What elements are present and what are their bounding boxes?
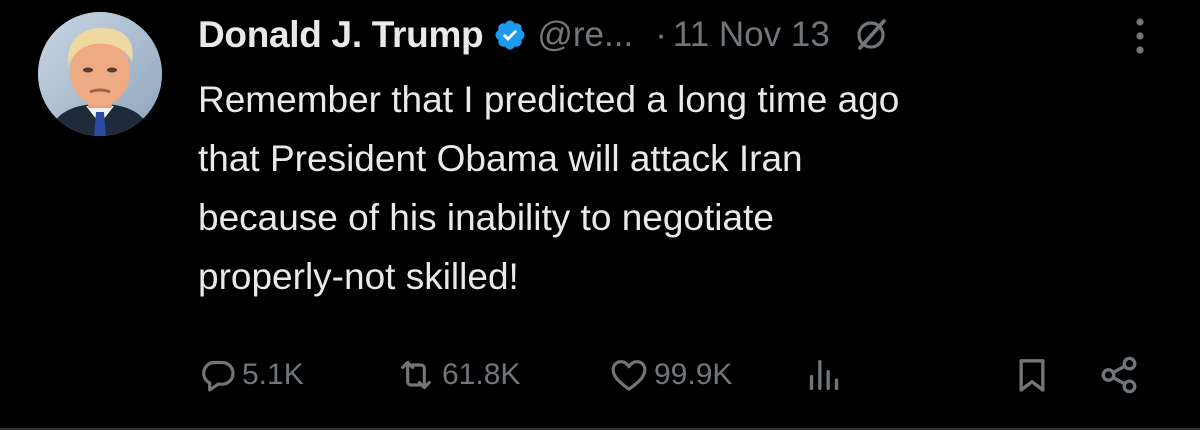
views-button[interactable]: [804, 350, 844, 400]
share-button[interactable]: [1098, 350, 1140, 400]
reply-button[interactable]: 5.1K: [198, 350, 304, 400]
more-icon[interactable]: [1120, 14, 1160, 58]
display-name[interactable]: Donald J. Trump: [198, 14, 484, 56]
grok-icon[interactable]: [852, 16, 890, 54]
bookmark-icon: [1012, 354, 1052, 396]
user-handle[interactable]: @re...: [537, 15, 633, 55]
analytics-icon: [804, 355, 844, 395]
reply-count: 5.1K: [242, 358, 304, 391]
retweet-button[interactable]: 61.8K: [394, 350, 520, 400]
retweet-count: 61.8K: [442, 358, 521, 391]
verified-badge-icon[interactable]: [493, 18, 527, 52]
action-bar: 5.1K 61.8K 99.9K: [198, 350, 1158, 400]
tweet-date[interactable]: 11 Nov 13: [673, 15, 830, 55]
tweet[interactable]: Donald J. Trump @re... · 11 Nov 13 Remem…: [0, 0, 1200, 430]
bookmark-button[interactable]: [1012, 350, 1052, 400]
retweet-icon: [394, 355, 438, 395]
share-icon: [1098, 354, 1140, 396]
reply-icon: [198, 355, 238, 395]
heart-icon: [608, 355, 650, 395]
avatar[interactable]: [38, 12, 162, 136]
separator-dot: ·: [655, 15, 667, 54]
tweet-header: Donald J. Trump @re... · 11 Nov 13: [198, 10, 1158, 60]
tweet-text: Remember that I predicted a long time ag…: [198, 79, 900, 297]
like-button[interactable]: 99.9K: [608, 350, 732, 400]
like-count: 99.9K: [654, 358, 733, 391]
